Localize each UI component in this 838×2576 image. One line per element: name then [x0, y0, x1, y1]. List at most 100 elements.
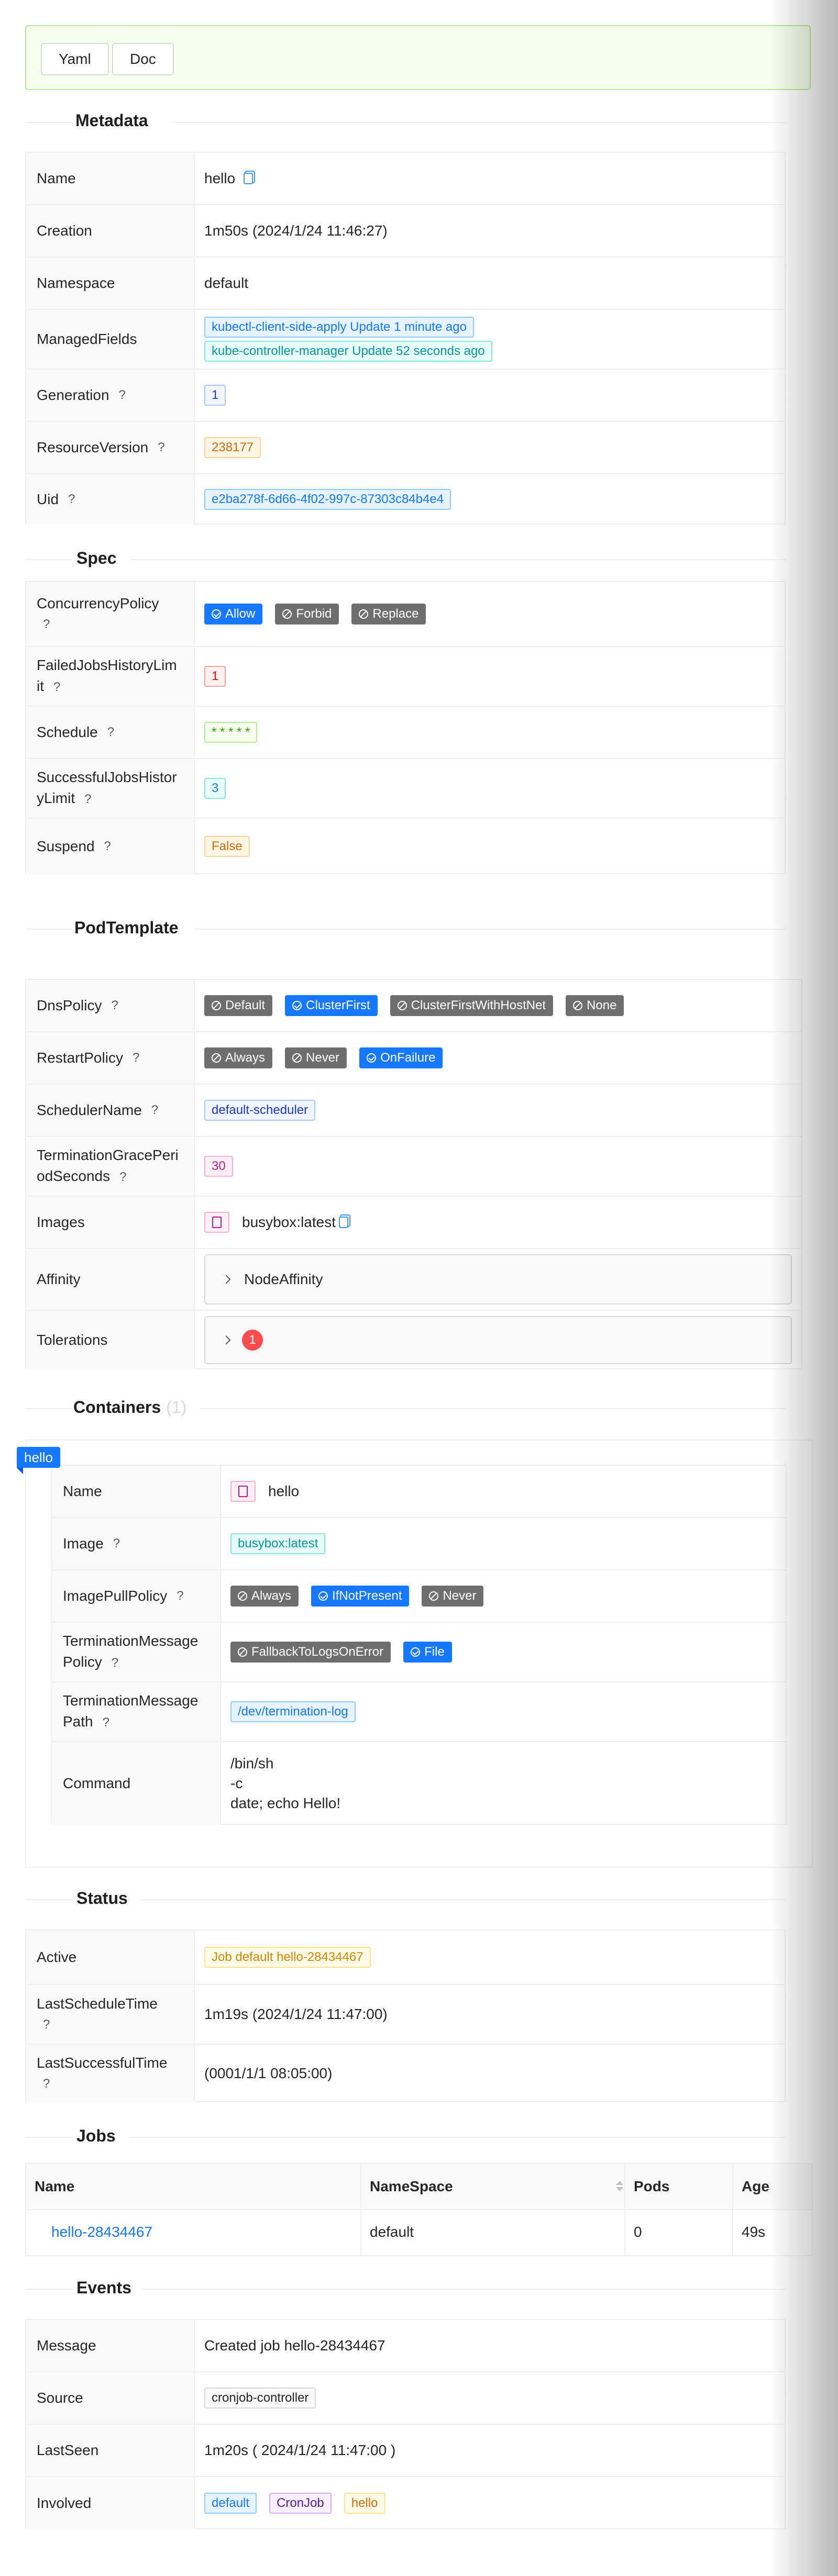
- last-success-value: (0001/1/1 08:05:00): [204, 2065, 333, 2081]
- policy-allow-tag: Allow: [204, 604, 263, 625]
- row-label: ManagedFields: [26, 310, 195, 369]
- schedule-tag: * * * * *: [204, 722, 258, 743]
- container-ribbon: hello: [17, 1447, 60, 1474]
- toolbar: Yaml Doc: [25, 25, 811, 90]
- help-icon[interactable]: ?: [111, 995, 118, 1016]
- status-row-active: Active Job default hello-28434467: [26, 1931, 785, 1985]
- row-label: ResourceVersion?: [26, 422, 195, 473]
- termination-file-tag: File: [403, 1642, 452, 1663]
- row-label: SuccessfulJobsHistor yLimit?: [26, 759, 195, 818]
- name-value: hello: [204, 170, 236, 186]
- row-label: Active: [26, 1931, 195, 1984]
- managed-field-tag: kubectl-client-side-apply Update 1 minut…: [204, 317, 474, 338]
- help-icon[interactable]: ?: [133, 1047, 139, 1068]
- scheduler-tag: default-scheduler: [204, 1100, 316, 1121]
- generation-tag: 1: [204, 385, 226, 406]
- help-icon[interactable]: ?: [113, 1533, 120, 1554]
- pod-row-scheduler-name: SchedulerName? default-scheduler: [26, 1085, 801, 1137]
- copy-icon[interactable]: [244, 173, 253, 184]
- active-job-tag: Job default hello-28434467: [204, 1947, 371, 1968]
- last-schedule-value: 1m19s (2024/1/24 11:47:00): [204, 2006, 388, 2022]
- row-label: RestartPolicy?: [26, 1032, 195, 1084]
- row-label: Suspend?: [26, 819, 195, 874]
- section-divider: [141, 2289, 786, 2290]
- metadata-row-resource-version: ResourceVersion? 238177: [26, 422, 785, 474]
- help-icon[interactable]: ?: [104, 836, 111, 857]
- spec-row-concurrency: ConcurrencyPolicy? Allow Forbid Replace: [26, 582, 785, 647]
- row-label: ConcurrencyPolicy?: [26, 582, 195, 646]
- help-icon[interactable]: ?: [53, 677, 60, 698]
- row-label: LastSeen: [26, 2425, 195, 2476]
- container-row-command: Command /bin/sh -c date; echo Hello!: [52, 1742, 786, 1825]
- spec-row-failed-history: FailedJobsHistoryLim it? 1: [26, 647, 785, 707]
- command-line: date; echo Hello!: [230, 1795, 341, 1811]
- help-icon[interactable]: ?: [119, 1167, 126, 1188]
- section-divider: [173, 122, 786, 123]
- job-namespace-cell: default: [361, 2209, 625, 2255]
- doc-button[interactable]: Doc: [112, 43, 174, 75]
- spec-title: Spec: [76, 549, 117, 567]
- column-header-namespace[interactable]: NameSpace: [361, 2164, 625, 2209]
- job-name-link[interactable]: hello-28434467: [51, 2224, 152, 2240]
- help-icon[interactable]: ?: [151, 1100, 158, 1121]
- pod-row-restart-policy: RestartPolicy? Always Never OnFailure: [26, 1032, 801, 1085]
- help-icon[interactable]: ?: [43, 2073, 50, 2094]
- creation-value: 1m50s (2024/1/24 11:46:27): [204, 222, 388, 239]
- pod-row-affinity: Affinity NodeAffinity: [26, 1249, 801, 1311]
- termination-path-tag: /dev/termination-log: [230, 1701, 356, 1722]
- row-label: Source: [26, 2372, 195, 2424]
- command-line: -c: [230, 1775, 243, 1791]
- dns-clusterfirstwithhostnet-tag: ClusterFirstWithHostNet: [390, 995, 554, 1016]
- pod-row-tolerations: Tolerations 1: [26, 1311, 801, 1369]
- dns-clusterfirst-tag: ClusterFirst: [285, 995, 378, 1016]
- status-row-last-schedule: LastScheduleTime? 1m19s (2024/1/24 11:47…: [26, 1985, 785, 2045]
- help-icon[interactable]: ?: [103, 1712, 109, 1733]
- managed-field-tag: kube-controller-manager Update 52 second…: [204, 341, 492, 362]
- job-age-cell: 49s: [742, 2224, 766, 2240]
- involved-name-tag: hello: [344, 2493, 385, 2514]
- row-label: TerminationMessage Path?: [52, 1682, 221, 1741]
- help-icon[interactable]: ?: [43, 2014, 50, 2035]
- column-header-name[interactable]: Name: [26, 2164, 361, 2209]
- resource-version-tag: 238177: [204, 437, 261, 458]
- help-icon[interactable]: ?: [43, 614, 50, 635]
- column-header-age[interactable]: Age: [733, 2164, 814, 2209]
- help-icon[interactable]: ?: [112, 1653, 118, 1674]
- event-row-message: Message Created job hello-28434467: [26, 2320, 785, 2372]
- event-row-last-seen: LastSeen 1m20s ( 2024/1/24 11:47:00 ): [26, 2425, 785, 2477]
- status-title: Status: [76, 1889, 128, 1908]
- help-icon[interactable]: ?: [107, 722, 114, 743]
- section-divider: [131, 559, 786, 560]
- restart-never-tag: Never: [285, 1047, 347, 1068]
- section-divider: [25, 2137, 72, 2138]
- help-icon[interactable]: ?: [119, 385, 126, 406]
- container-row-image: Image? busybox:latest: [52, 1518, 786, 1570]
- involved-namespace-tag: default: [204, 2493, 257, 2514]
- column-header-pods[interactable]: Pods: [625, 2164, 733, 2209]
- help-icon[interactable]: ?: [84, 789, 91, 810]
- affinity-collapse[interactable]: NodeAffinity: [204, 1254, 792, 1304]
- row-label: Creation: [26, 205, 195, 257]
- metadata-title: Metadata: [75, 111, 148, 130]
- help-icon[interactable]: ?: [158, 437, 164, 458]
- section-divider: [25, 122, 72, 123]
- row-label: Affinity: [26, 1249, 195, 1310]
- row-label: LastSuccessfulTime?: [26, 2045, 195, 2102]
- help-icon[interactable]: ?: [68, 489, 75, 510]
- event-message-value: Created job hello-28434467: [204, 2337, 385, 2354]
- containers-title: Containers (1): [73, 1398, 187, 1417]
- events-table: Message Created job hello-28434467 Sourc…: [25, 2319, 786, 2529]
- yaml-button[interactable]: Yaml: [41, 43, 109, 75]
- suspend-tag: False: [204, 836, 250, 857]
- dns-none-tag: None: [566, 995, 624, 1016]
- table-row: hello-28434467 default 0 49s: [26, 2209, 812, 2255]
- tolerations-collapse[interactable]: 1: [204, 1316, 792, 1364]
- help-icon[interactable]: ?: [177, 1586, 183, 1607]
- row-label: FailedJobsHistoryLim it?: [26, 647, 195, 706]
- termination-fallback-tag: FallbackToLogsOnError: [230, 1642, 391, 1663]
- row-label: DnsPolicy?: [26, 980, 195, 1031]
- container-image-tag: busybox:latest: [230, 1533, 326, 1554]
- uid-tag: e2ba278f-6d66-4f02-997c-87303c84b4e4: [204, 489, 451, 510]
- copy-icon[interactable]: [339, 1217, 348, 1228]
- chevron-right-icon: [222, 1335, 231, 1345]
